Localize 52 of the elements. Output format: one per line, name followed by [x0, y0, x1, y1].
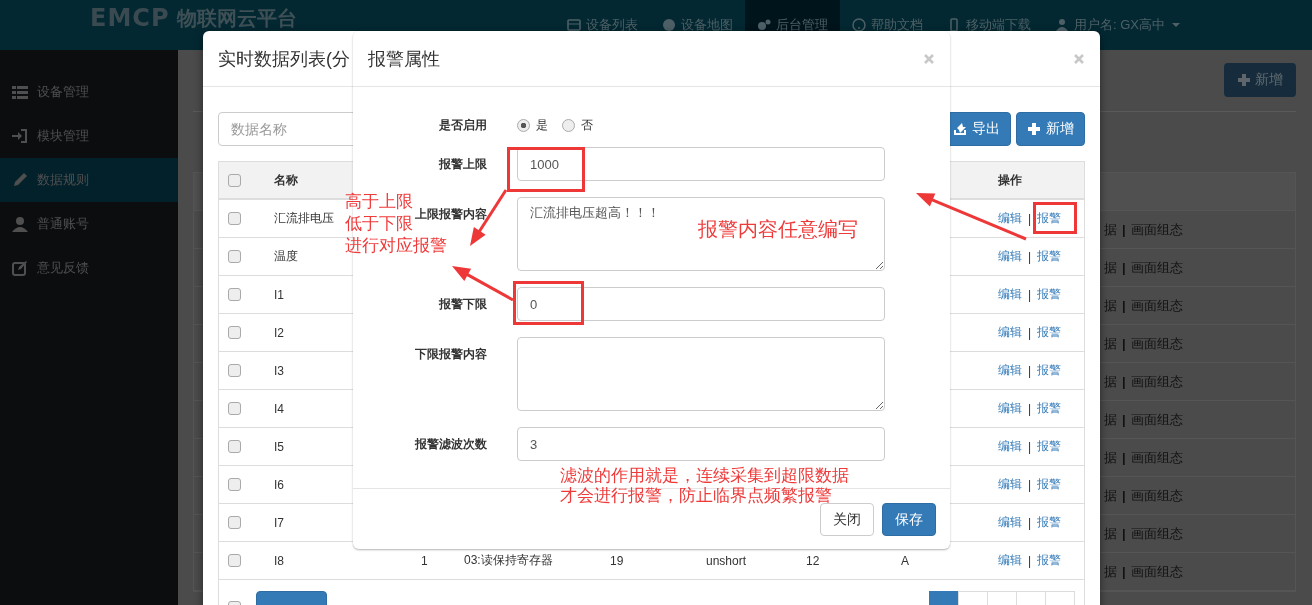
separator-text: | [1028, 325, 1032, 340]
brand-name: 物联网云平台 [177, 6, 298, 30]
field-label: 下限报警内容 [415, 346, 487, 362]
column-header: 操作 [998, 171, 1022, 189]
separator-text: | [1028, 439, 1032, 454]
table-cell: 03:读保持寄存器 [464, 552, 553, 569]
separator-text: | [1122, 298, 1126, 313]
table-cell: unshort [706, 553, 747, 568]
column-header: 名称 [274, 171, 298, 189]
separator-text: | [1122, 412, 1126, 427]
table-cell: 12 [806, 553, 820, 568]
table-cell: I2 [274, 325, 284, 340]
separator-text: | [1122, 336, 1126, 351]
field-label: 是否启用 [439, 117, 487, 133]
separator-text: | [1122, 450, 1126, 465]
separator-text: | [1122, 526, 1126, 541]
separator-text: | [1122, 374, 1126, 389]
separator-text: | [1122, 564, 1126, 579]
table-cell: I7 [274, 515, 284, 530]
table-cell: A [901, 553, 909, 568]
table-cell: 温度 [274, 248, 298, 265]
separator-text: | [1122, 488, 1126, 503]
annotation-text: 低于下限 [345, 212, 413, 235]
table-cell: I3 [274, 363, 284, 378]
separator-text: | [1028, 477, 1032, 492]
field-label: 报警上限 [439, 156, 487, 172]
annotation-text: 滤波的作用就是，连续采集到超限数据 才会进行报警，防止临界点频繁报警 [560, 465, 849, 506]
table-cell: I6 [274, 477, 284, 492]
modal-title: 实时数据列表(分 [218, 47, 350, 71]
table-cell: I1 [274, 287, 284, 302]
separator-text: | [1028, 287, 1032, 302]
field-label: 上限报警内容 [415, 206, 487, 222]
separator-text: | [1028, 249, 1032, 264]
field-label: 报警滤波次数 [415, 436, 487, 452]
separator-text: | [1122, 260, 1126, 275]
separator-text: | [1028, 363, 1032, 378]
table-cell: 汇流排电压 [274, 210, 334, 227]
table-cell: I5 [274, 439, 284, 454]
table-cell: 19 [610, 553, 624, 568]
separator-text: | [1028, 401, 1032, 416]
modal-title: 报警属性 [368, 47, 440, 71]
table-cell: I4 [274, 401, 284, 416]
field-label: 报警下限 [439, 296, 487, 312]
separator-text: | [1028, 211, 1032, 226]
annotation-text: 高于上限 [345, 190, 413, 213]
annotation-text: 进行对应报警 [345, 234, 447, 257]
separator-text: | [1028, 553, 1032, 568]
table-cell: I8 [274, 553, 284, 568]
annotation-text: 报警内容任意编写 [698, 216, 858, 242]
table-cell: 1 [421, 553, 428, 568]
separator-text: | [1028, 515, 1032, 530]
separator-text: | [1122, 222, 1126, 237]
